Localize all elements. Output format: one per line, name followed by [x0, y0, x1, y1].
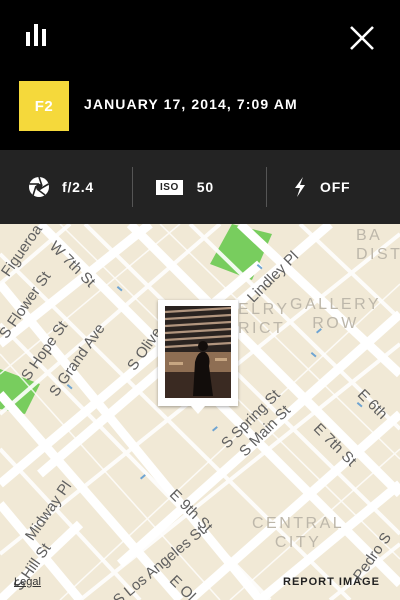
- photo-datetime: JANUARY 17, 2014, 7:09 AM: [84, 96, 298, 112]
- exif-info-bar: f/2.4 ISO 50 OFF: [0, 150, 400, 224]
- filter-badge: F2: [19, 81, 69, 131]
- iso-cell: ISO 50: [156, 150, 214, 224]
- district-label: BA DIST: [356, 227, 400, 263]
- flash-cell: OFF: [292, 150, 350, 224]
- photo-map-pin[interactable]: [158, 300, 238, 414]
- district-label: CENTRAL CITY: [252, 515, 345, 551]
- photo-thumbnail[interactable]: [165, 306, 231, 398]
- divider: [266, 167, 267, 207]
- district-label: ELRY RICT: [238, 301, 290, 337]
- report-image-button[interactable]: REPORT IMAGE: [283, 576, 380, 588]
- flash-icon: [295, 177, 305, 197]
- legal-link[interactable]: Legal: [14, 576, 41, 588]
- district-label: GALLERY ROW: [290, 296, 382, 332]
- iso-value: 50: [196, 179, 214, 195]
- bar-chart-icon[interactable]: [24, 22, 52, 48]
- divider: [132, 167, 133, 207]
- aperture-value: f/2.4: [62, 179, 95, 195]
- flash-value: OFF: [320, 179, 351, 195]
- aperture-cell: f/2.4: [28, 150, 94, 224]
- pin-pointer: [191, 406, 205, 414]
- iso-label: ISO: [156, 179, 183, 195]
- close-icon[interactable]: [346, 22, 378, 54]
- top-bar: F2 JANUARY 17, 2014, 7:09 AM: [0, 0, 400, 150]
- aperture-icon: [29, 176, 49, 197]
